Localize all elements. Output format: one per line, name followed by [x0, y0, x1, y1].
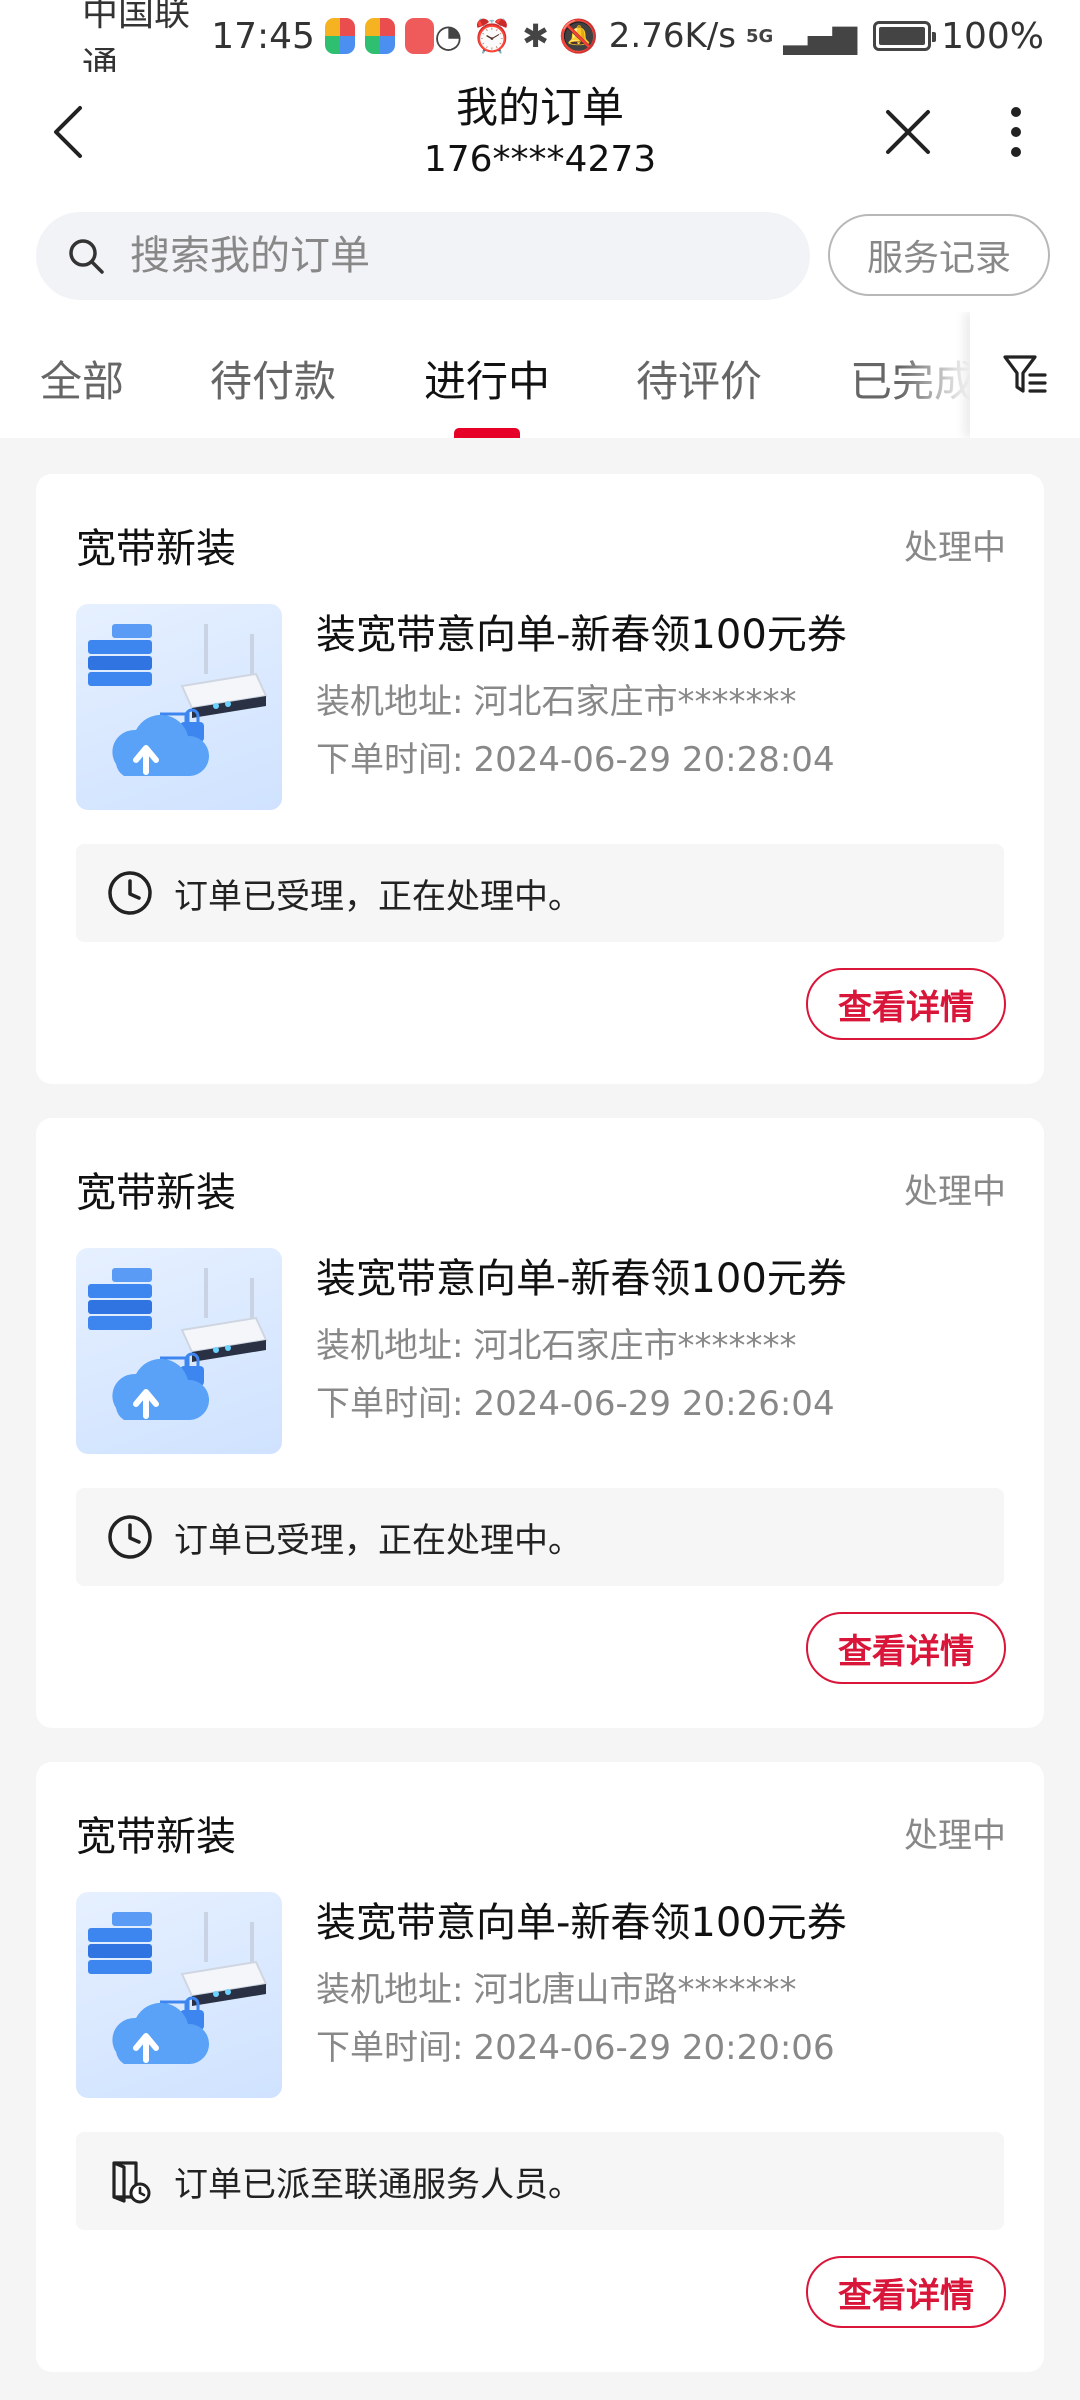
tab-all[interactable]: 全部 — [40, 348, 124, 409]
app-notification-icon — [364, 18, 395, 54]
view-details-button[interactable]: 查看详情 — [806, 968, 1006, 1040]
install-address: 装机地址: 河北石家庄市******* — [316, 674, 796, 723]
install-address-label: 装机地址: — [316, 1326, 464, 1366]
clock-time: 17:45 — [211, 15, 315, 57]
dispatch-icon — [112, 2161, 151, 2204]
battery-level: 100% — [941, 15, 1044, 57]
install-address: 装机地址: 河北唐山市路******* — [316, 1962, 796, 2011]
order-status: 处理中 — [904, 1172, 1006, 1212]
order-type: 宽带新装 — [76, 1170, 236, 1216]
network-speed: 2.76K/s — [608, 16, 736, 56]
app-notification-icon — [324, 18, 355, 54]
order-progress-notice: 订单已派至联通服务人员。 — [76, 2132, 1004, 2230]
service-records-button[interactable]: 服务记录 — [828, 214, 1050, 296]
status-bar: 中国联通 17:45 ◔ ⏰ ✱ 🔕 2.76K/s 5G ▂▄▆ 100% — [0, 0, 1080, 86]
filter-icon — [1003, 355, 1047, 393]
order-card[interactable]: 宽带新装 处理中 — [36, 474, 1044, 1084]
close-button[interactable] — [876, 100, 940, 164]
order-time-label: 下单时间: — [316, 1384, 464, 1424]
order-time: 下单时间: 2024-06-29 20:28:04 — [316, 732, 835, 781]
search-input[interactable] — [128, 232, 768, 280]
search-box[interactable] — [36, 212, 810, 300]
order-time-value: 2024-06-29 20:28:04 — [473, 740, 835, 780]
network-type: 5G — [745, 25, 774, 47]
status-bar-right: ◔ ⏰ ✱ 🔕 2.76K/s 5G ▂▄▆ 100% — [434, 16, 1044, 57]
install-address-value: 河北石家庄市******* — [473, 682, 797, 722]
broadband-product-image — [76, 1892, 282, 2098]
notice-text: 订单已受理，正在处理中。 — [174, 1520, 582, 1561]
order-time-value: 2024-06-29 20:26:04 — [473, 1384, 835, 1424]
install-address-label: 装机地址: — [316, 682, 464, 722]
tab-pending-review[interactable]: 待评价 — [636, 348, 762, 409]
app-notification-icon — [404, 18, 435, 54]
order-time-label: 下单时间: — [316, 740, 464, 780]
more-button[interactable] — [984, 100, 1048, 164]
product-title: 装宽带意向单-新春领100元券 — [316, 612, 847, 658]
more-vertical-icon — [1011, 107, 1021, 157]
speedometer-icon: ◔ — [434, 17, 463, 55]
view-details-button[interactable]: 查看详情 — [806, 2256, 1006, 2328]
clock-icon — [108, 871, 152, 915]
install-address-label: 装机地址: — [316, 1970, 464, 2010]
notice-text: 订单已受理，正在处理中。 — [174, 876, 582, 917]
product-title: 装宽带意向单-新春领100元券 — [316, 1900, 847, 1946]
order-time: 下单时间: 2024-06-29 20:26:04 — [316, 1376, 835, 1425]
view-details-button[interactable]: 查看详情 — [806, 1612, 1006, 1684]
install-address: 装机地址: 河北石家庄市******* — [316, 1318, 796, 1367]
active-tab-indicator — [454, 428, 520, 438]
order-time-value: 2024-06-29 20:20:06 — [473, 2028, 835, 2068]
product-title: 装宽带意向单-新春领100元券 — [316, 1256, 847, 1302]
install-address-value: 河北石家庄市******* — [473, 1326, 797, 1366]
close-icon — [886, 110, 930, 154]
filter-button[interactable] — [970, 312, 1080, 438]
alarm-icon: ⏰ — [472, 17, 513, 55]
broadband-product-image — [76, 1248, 282, 1454]
order-card[interactable]: 宽带新装 处理中 — [36, 1118, 1044, 1728]
order-status: 处理中 — [904, 1816, 1006, 1856]
tab-fade — [900, 312, 970, 438]
broadband-product-image — [76, 604, 282, 810]
notice-icon — [106, 2157, 154, 2205]
bluetooth-icon: ✱ — [522, 17, 549, 55]
order-time-label: 下单时间: — [316, 2028, 464, 2068]
signal-icon: ▂▄▆ — [783, 17, 858, 55]
order-type: 宽带新装 — [76, 526, 236, 572]
navigation-bar: 我的订单 176****4273 — [0, 72, 1080, 202]
order-progress-notice: 订单已受理，正在处理中。 — [76, 1488, 1004, 1586]
order-progress-notice: 订单已受理，正在处理中。 — [76, 844, 1004, 942]
notice-icon — [106, 869, 154, 917]
order-time: 下单时间: 2024-06-29 20:20:06 — [316, 2020, 835, 2069]
order-type: 宽带新装 — [76, 1814, 236, 1860]
search-row: 服务记录 — [0, 202, 1080, 312]
broadband-illustration — [88, 624, 268, 776]
install-address-value: 河北唐山市路******* — [473, 1970, 797, 2010]
notice-text: 订单已派至联通服务人员。 — [174, 2164, 582, 2205]
tab-pending-payment[interactable]: 待付款 — [210, 348, 336, 409]
battery-icon — [873, 21, 937, 51]
notice-icon — [106, 1513, 154, 1561]
search-icon — [69, 239, 104, 274]
order-tabs: 全部 待付款 进行中 待评价 已完成 — [0, 312, 1080, 438]
tab-in-progress[interactable]: 进行中 — [424, 348, 550, 409]
mute-icon: 🔕 — [558, 17, 599, 55]
broadband-illustration — [88, 1268, 268, 1420]
order-card[interactable]: 宽带新装 处理中 — [36, 1762, 1044, 2372]
broadband-illustration — [88, 1912, 268, 2064]
order-status: 处理中 — [904, 528, 1006, 568]
clock-icon — [108, 1515, 152, 1559]
